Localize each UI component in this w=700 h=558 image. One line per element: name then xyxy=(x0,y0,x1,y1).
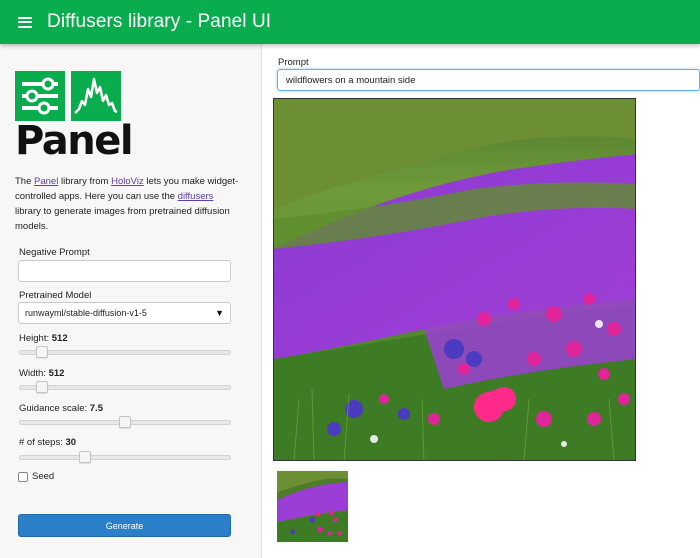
negative-prompt-input[interactable] xyxy=(18,260,231,282)
pretrained-model-select[interactable]: runwayml/stable-diffusion-v1-5 ▼ xyxy=(18,302,231,324)
slider-handle[interactable] xyxy=(36,346,49,358)
slider-track xyxy=(19,455,231,460)
guidance-scale-slider[interactable] xyxy=(19,416,231,428)
seed-checkbox-row[interactable]: Seed xyxy=(18,471,54,482)
pretrained-model-label: Pretrained Model xyxy=(19,290,92,301)
pretrained-model-value: runwayml/stable-diffusion-v1-5 xyxy=(25,308,147,318)
width-slider[interactable] xyxy=(19,381,231,393)
sidebar: Panel The Panel library from HoloViz let… xyxy=(0,44,262,558)
app-title: Diffusers library - Panel UI xyxy=(47,11,272,32)
negative-prompt-label: Negative Prompt xyxy=(19,247,90,258)
holoviz-link[interactable]: HoloViz xyxy=(111,176,144,187)
slider-track xyxy=(19,350,231,355)
image-thumbnail[interactable] xyxy=(277,471,348,542)
app-header: Diffusers library - Panel UI xyxy=(0,0,700,44)
dropdown-caret-icon: ▼ xyxy=(215,308,224,318)
slider-handle[interactable] xyxy=(78,451,91,463)
height-label: Height: 512 xyxy=(19,333,68,344)
panel-logo-word: Panel xyxy=(15,118,134,164)
seed-checkbox[interactable] xyxy=(18,471,28,482)
diffusers-link[interactable]: diffusers xyxy=(178,191,214,202)
height-slider[interactable] xyxy=(19,346,231,358)
panel-logo: Panel xyxy=(15,71,134,163)
width-value: 512 xyxy=(48,368,65,379)
app-description: The Panel library from HoloViz lets you … xyxy=(15,176,239,232)
slider-track xyxy=(19,385,231,390)
prompt-input[interactable]: wildflowers on a mountain side xyxy=(277,69,700,91)
hamburger-menu-icon[interactable] xyxy=(18,16,32,28)
line-chart-icon xyxy=(71,71,121,121)
guidance-scale-value: 7.5 xyxy=(89,403,103,414)
seed-label: Seed xyxy=(32,471,55,482)
width-label: Width: 512 xyxy=(19,368,65,379)
steps-value: 30 xyxy=(65,437,77,448)
slider-handle[interactable] xyxy=(36,381,49,393)
steps-label: # of steps: 30 xyxy=(19,437,77,448)
slider-handle[interactable] xyxy=(119,416,131,428)
height-value: 512 xyxy=(51,333,68,344)
generated-image xyxy=(273,98,636,461)
prompt-label: Prompt xyxy=(278,57,309,68)
controls-icon xyxy=(15,71,65,121)
guidance-scale-label: Guidance scale: 7.5 xyxy=(19,403,103,414)
panel-link[interactable]: Panel xyxy=(34,176,58,187)
steps-slider[interactable] xyxy=(19,451,231,463)
generate-button[interactable]: Generate xyxy=(18,514,231,537)
